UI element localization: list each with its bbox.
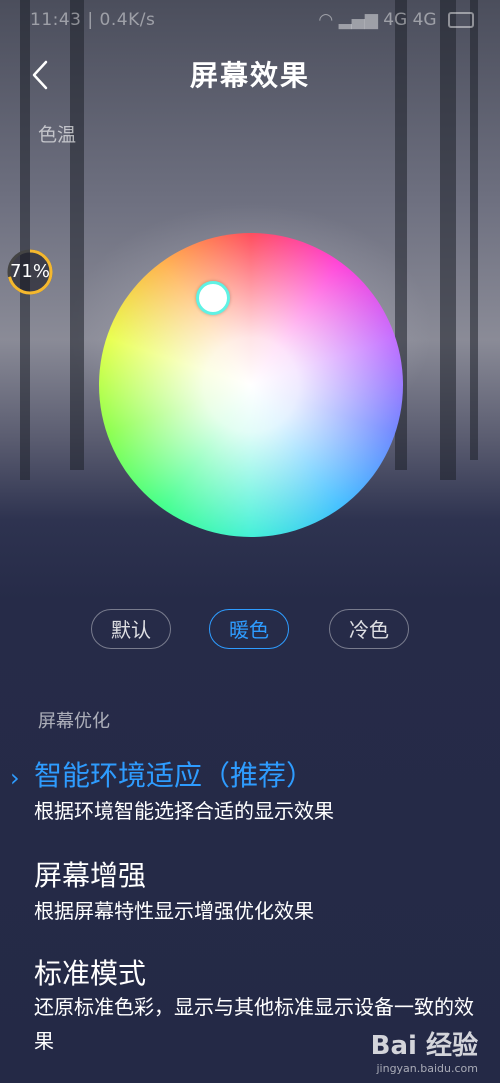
status-bar: 11:43 | 0.4K/s ◠ ▂▄▆ 4G 4G	[0, 0, 500, 40]
option-title: 屏幕增强	[34, 859, 147, 892]
option-smart-adapt[interactable]: › 智能环境适应（推荐） 根据环境智能选择合适的显示效果	[0, 752, 500, 832]
preset-default-button[interactable]: 默认	[91, 609, 171, 649]
page-title: 屏幕效果	[189, 59, 310, 92]
color-temp-label: 色温	[38, 124, 77, 146]
status-speed: 0.4K/s	[99, 10, 156, 30]
watermark-url: jingyan.baidu.com	[376, 1062, 478, 1075]
option-title: 智能环境适应（推荐）	[34, 759, 315, 792]
optimization-label: 屏幕优化	[38, 711, 110, 732]
option-desc: 根据环境智能选择合适的显示效果	[34, 799, 334, 823]
option-title: 标准模式	[34, 957, 147, 990]
color-picker-handle[interactable]	[196, 281, 230, 315]
status-time-speed: 11:43 | 0.4K/s	[30, 10, 156, 30]
status-icons: ◠ ▂▄▆ 4G 4G	[318, 10, 474, 30]
baidu-watermark: Bai 经验 jingyan.baidu.com	[371, 1025, 478, 1075]
signal-icon: ◠ ▂▄▆	[318, 10, 378, 30]
color-wheel[interactable]	[99, 233, 403, 537]
watermark-text: Bai 经验	[370, 1031, 478, 1061]
chevron-right-icon: ›	[10, 764, 20, 792]
color-wheel-gradient	[99, 233, 403, 537]
network-label: 4G 4G	[383, 10, 437, 30]
option-screen-enhance[interactable]: 屏幕增强 根据屏幕特性显示增强优化效果	[0, 852, 500, 932]
speed-badge-value: 71%	[9, 261, 50, 282]
preset-warm-button[interactable]: 暖色	[209, 609, 289, 649]
battery-icon	[448, 12, 474, 28]
status-time: 11:43	[30, 10, 82, 30]
option-desc: 根据屏幕特性显示增强优化效果	[34, 899, 314, 923]
preset-cool-button[interactable]: 冷色	[329, 609, 409, 649]
